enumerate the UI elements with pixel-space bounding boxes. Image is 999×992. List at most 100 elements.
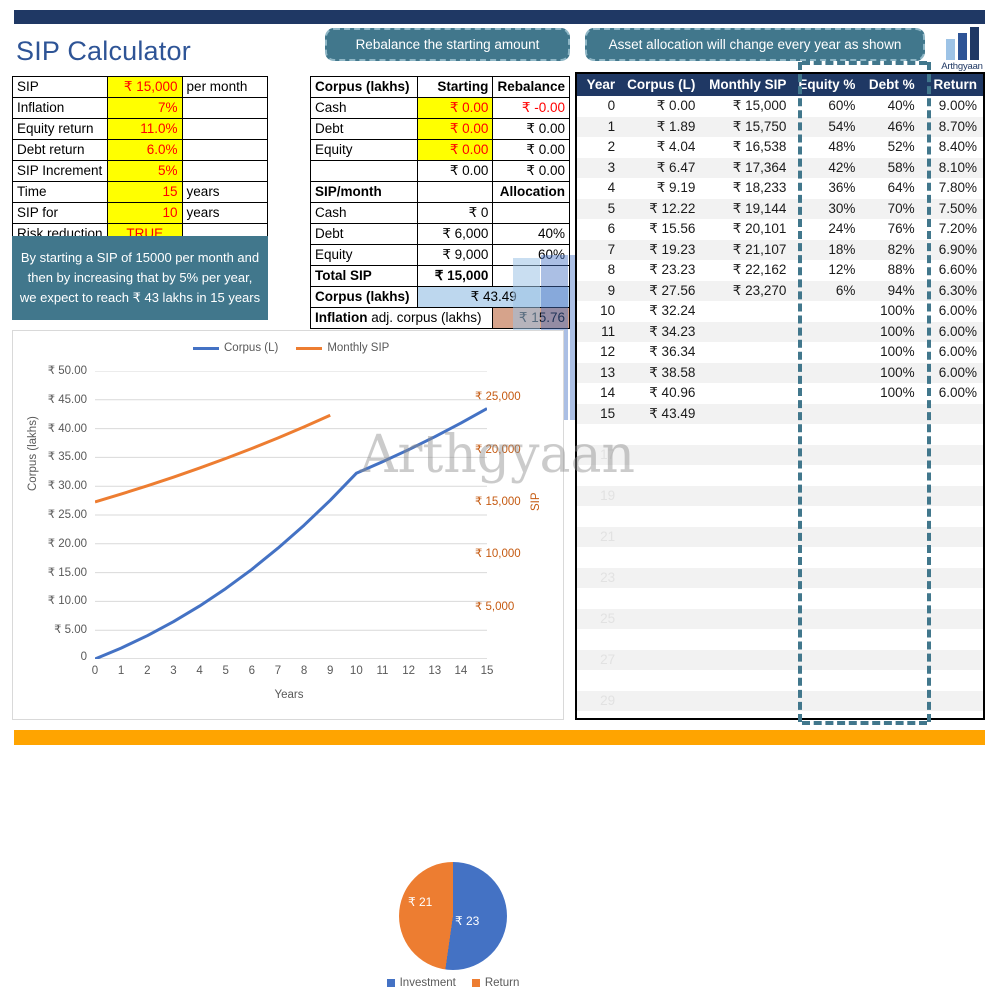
- corpus-sip-chart[interactable]: Corpus (L) Monthly SIP Corpus (lakhs) SI…: [12, 330, 564, 989]
- projection-column-header: Monthly SIP: [701, 74, 793, 96]
- projection-cell: 100%: [861, 321, 921, 342]
- projection-cell: [701, 465, 792, 486]
- projection-cell: [577, 506, 621, 527]
- selection-bracket-top: [802, 61, 927, 65]
- projection-empty-row: 17: [577, 444, 983, 465]
- legend-swatch-corpus: [193, 346, 219, 350]
- projection-cell: 27: [577, 649, 622, 670]
- projection-cell: 46%: [861, 116, 921, 137]
- projection-cell: ₹ 19,144: [701, 198, 793, 219]
- projection-cell: 1: [577, 116, 622, 137]
- projection-row: 9 ₹ 27.56 ₹ 23,270 6% 94% 6.30%: [577, 280, 983, 301]
- projection-cell: 19: [577, 485, 622, 506]
- corpus-column-header: Rebalance: [492, 76, 570, 98]
- projection-column-header: Debt %: [861, 74, 921, 96]
- input-value-cell[interactable]: 7%: [106, 97, 183, 119]
- corpus-rebalance-cell: ₹ 0.00: [492, 118, 570, 140]
- projection-cell: [701, 608, 793, 629]
- projection-cell: 6%: [792, 280, 862, 301]
- corpus-row-label: Debt: [309, 118, 419, 140]
- input-value-cell[interactable]: 15: [106, 181, 183, 203]
- chart-y-tick: ₹ 5.00: [54, 624, 87, 637]
- chart-y-tick: ₹ 20.00: [47, 537, 87, 550]
- chart-y-tick: ₹ 40.00: [47, 422, 87, 435]
- projection-cell: [792, 362, 862, 383]
- legend-label-monthly-sip: Monthly SIP: [327, 342, 390, 354]
- corpus-column-header: Starting: [417, 76, 494, 98]
- projection-cell: [792, 670, 861, 691]
- input-value-cell[interactable]: ₹ 15,000: [106, 76, 183, 98]
- projection-cell: 52%: [887, 139, 915, 155]
- projection-cell: 58%: [861, 157, 921, 178]
- projection-cell: [577, 424, 621, 445]
- chart-legend: Corpus (L) Monthly SIP: [193, 339, 443, 357]
- sip-amount-cell: ₹ 9,000: [417, 244, 494, 266]
- corpus-starting-cell[interactable]: ₹ 0.00: [417, 97, 494, 119]
- projection-cell: [577, 547, 621, 568]
- projection-empty-row: [577, 465, 983, 486]
- projection-empty-row: 29: [577, 690, 983, 711]
- callout-pill-allocation: Asset allocation will change every year …: [585, 28, 925, 61]
- pie-label-investment: ₹ 23: [455, 914, 480, 928]
- projection-cell: ₹ 27.56: [621, 280, 702, 301]
- projection-cell: [701, 690, 793, 711]
- projection-cell: 10: [600, 303, 616, 319]
- chart-x-tick: 8: [300, 665, 308, 677]
- legend-swatch-monthly-sip: [296, 346, 323, 350]
- projection-empty-row: [577, 424, 983, 445]
- projection-cell: [792, 444, 862, 465]
- chart-y-tick: ₹ 50.00: [47, 365, 87, 377]
- projection-table: Year Corpus (L) Monthly SIP Equity % Debt % R…: [577, 74, 983, 711]
- input-value-cell[interactable]: 6.0%: [106, 139, 183, 161]
- input-unit: [181, 118, 269, 140]
- input-row: SIP Increment 5%: [12, 160, 269, 182]
- projection-cell: [861, 526, 921, 547]
- input-value-cell[interactable]: 11.0%: [106, 118, 183, 140]
- projection-row: 3 ₹ 6.47 ₹ 17,364 42% 58% 8.10%: [577, 157, 983, 178]
- sip-amount-cell: ₹ 6,000: [417, 223, 494, 245]
- projection-cell: [861, 485, 921, 506]
- projection-row: 12 ₹ 36.34 100% 6.00%: [577, 342, 983, 363]
- input-label: Time: [12, 181, 108, 203]
- projection-empty-row: 21: [577, 526, 983, 547]
- projection-cell: ₹ 0.00: [656, 98, 696, 114]
- input-value-cell[interactable]: 10: [106, 202, 183, 224]
- projection-cell: [792, 321, 862, 342]
- projection-cell: [701, 383, 792, 404]
- sip-row-label: Debt: [309, 223, 419, 245]
- projection-cell: [701, 424, 792, 445]
- corpus-starting-cell[interactable]: ₹ 0.00: [417, 118, 494, 140]
- projection-table-container[interactable]: Year Corpus (L) Monthly SIP Equity % Debt % R…: [575, 72, 985, 720]
- projection-cell: 70%: [861, 198, 921, 219]
- sip-input-table-body: SIP ₹ 15,000 per month Inflation 7% Equity re…: [12, 76, 269, 245]
- corpus-starting-cell[interactable]: ₹ 0.00: [417, 139, 494, 161]
- projection-row: 0 ₹ 0.00 ₹ 15,000 60% 40% 9.00%: [577, 96, 983, 117]
- projection-cell: [792, 588, 861, 609]
- arthgyaan-logo: Arthgyaan: [933, 27, 991, 77]
- projection-cell: ₹ 43.49: [621, 403, 702, 424]
- input-label: SIP: [12, 76, 108, 98]
- projection-cell: 21: [577, 526, 622, 547]
- projection-cell: [792, 690, 862, 711]
- projection-cell: [861, 403, 921, 424]
- projection-cell: [577, 629, 621, 650]
- projection-cell: [701, 444, 793, 465]
- projection-cell: ₹ 22,162: [732, 262, 787, 278]
- projection-cell: 29: [577, 690, 622, 711]
- pie-legend-swatch-return: [471, 979, 480, 987]
- projection-cell: [701, 362, 793, 383]
- projection-cell: [792, 403, 862, 424]
- projection-cell: [701, 567, 793, 588]
- chart-x-tick: 5: [222, 665, 229, 677]
- chart-x-tick: 1: [117, 665, 125, 677]
- corpus-header-row: Corpus (lakhs) Starting Rebalance: [309, 76, 570, 98]
- pie-legend-item-investment: Investment: [386, 977, 456, 989]
- projection-cell: [861, 670, 920, 691]
- input-value-cell[interactable]: 5%: [106, 160, 183, 182]
- investment-return-pie-chart[interactable]: ₹ 23 ₹ 21 Investment Return: [383, 862, 523, 992]
- projection-cell: [861, 424, 920, 445]
- input-label: Equity return: [12, 118, 108, 140]
- projection-cell: 25: [577, 608, 622, 629]
- pie-legend-item-return: Return: [471, 977, 519, 989]
- chart-x-tick: 9: [326, 665, 334, 677]
